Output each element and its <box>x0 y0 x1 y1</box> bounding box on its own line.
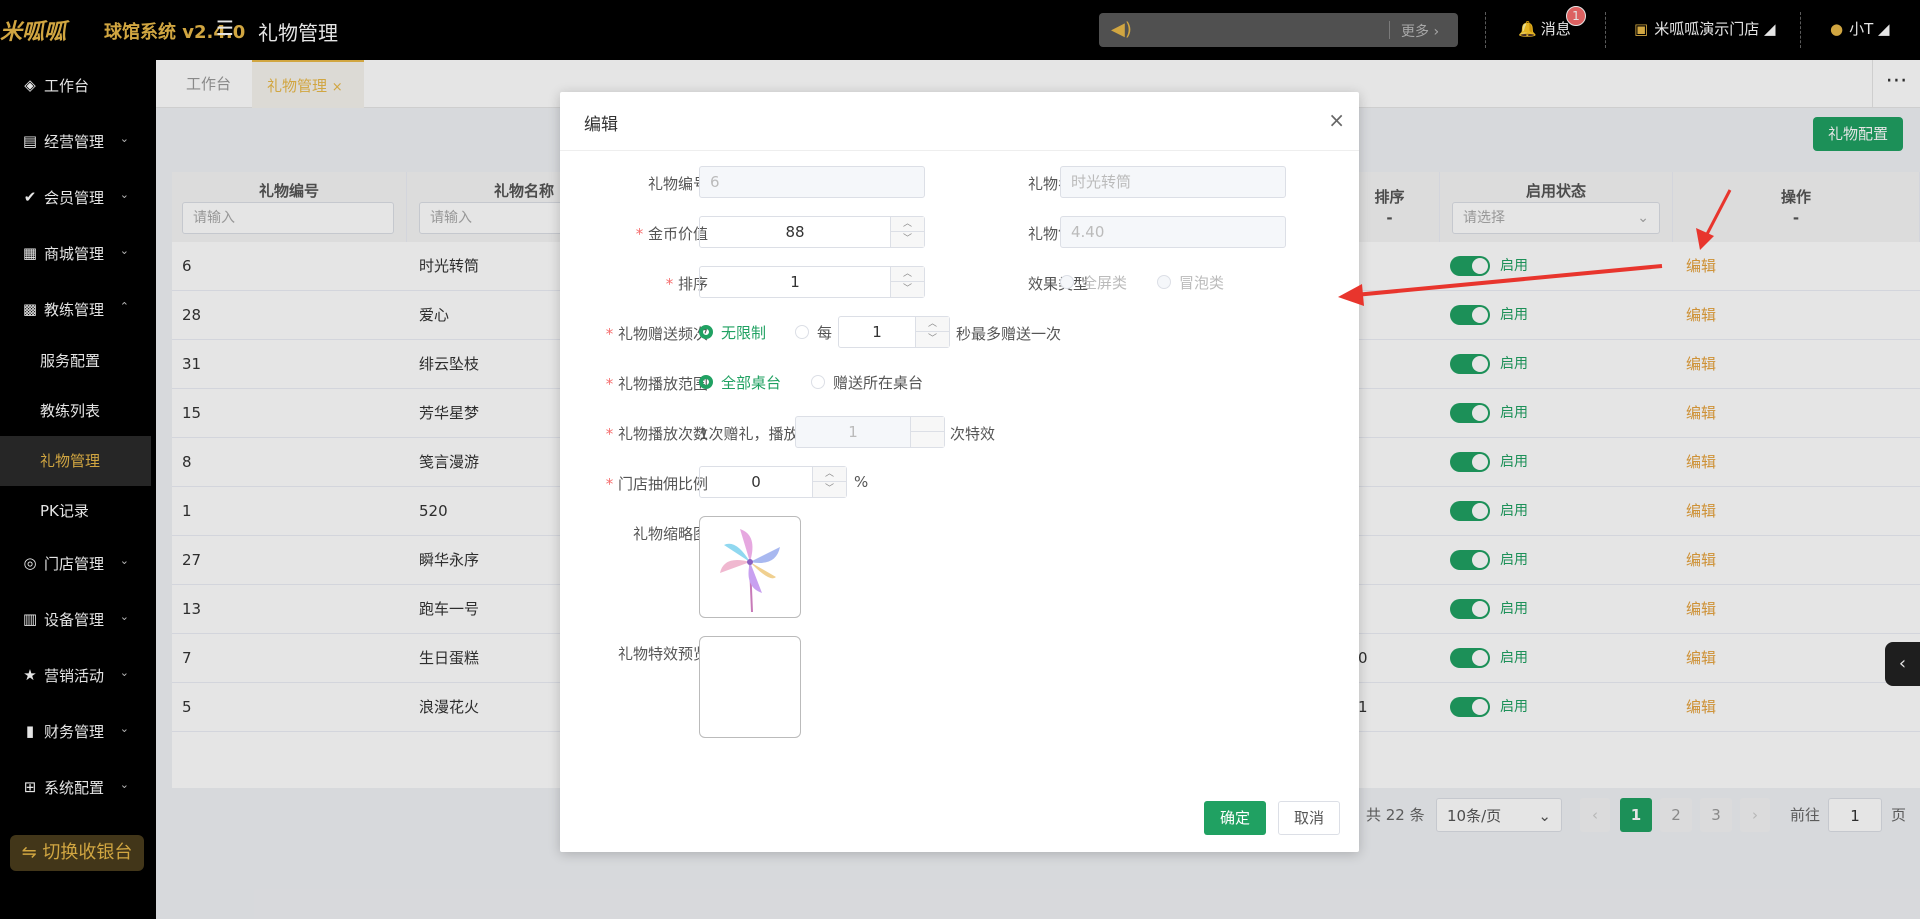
arrow-line <box>1703 189 1732 239</box>
arrow-head <box>1338 284 1364 306</box>
arrow-line <box>1354 264 1663 297</box>
arrow-head <box>1696 228 1714 250</box>
annotation-arrows <box>1338 189 1732 306</box>
